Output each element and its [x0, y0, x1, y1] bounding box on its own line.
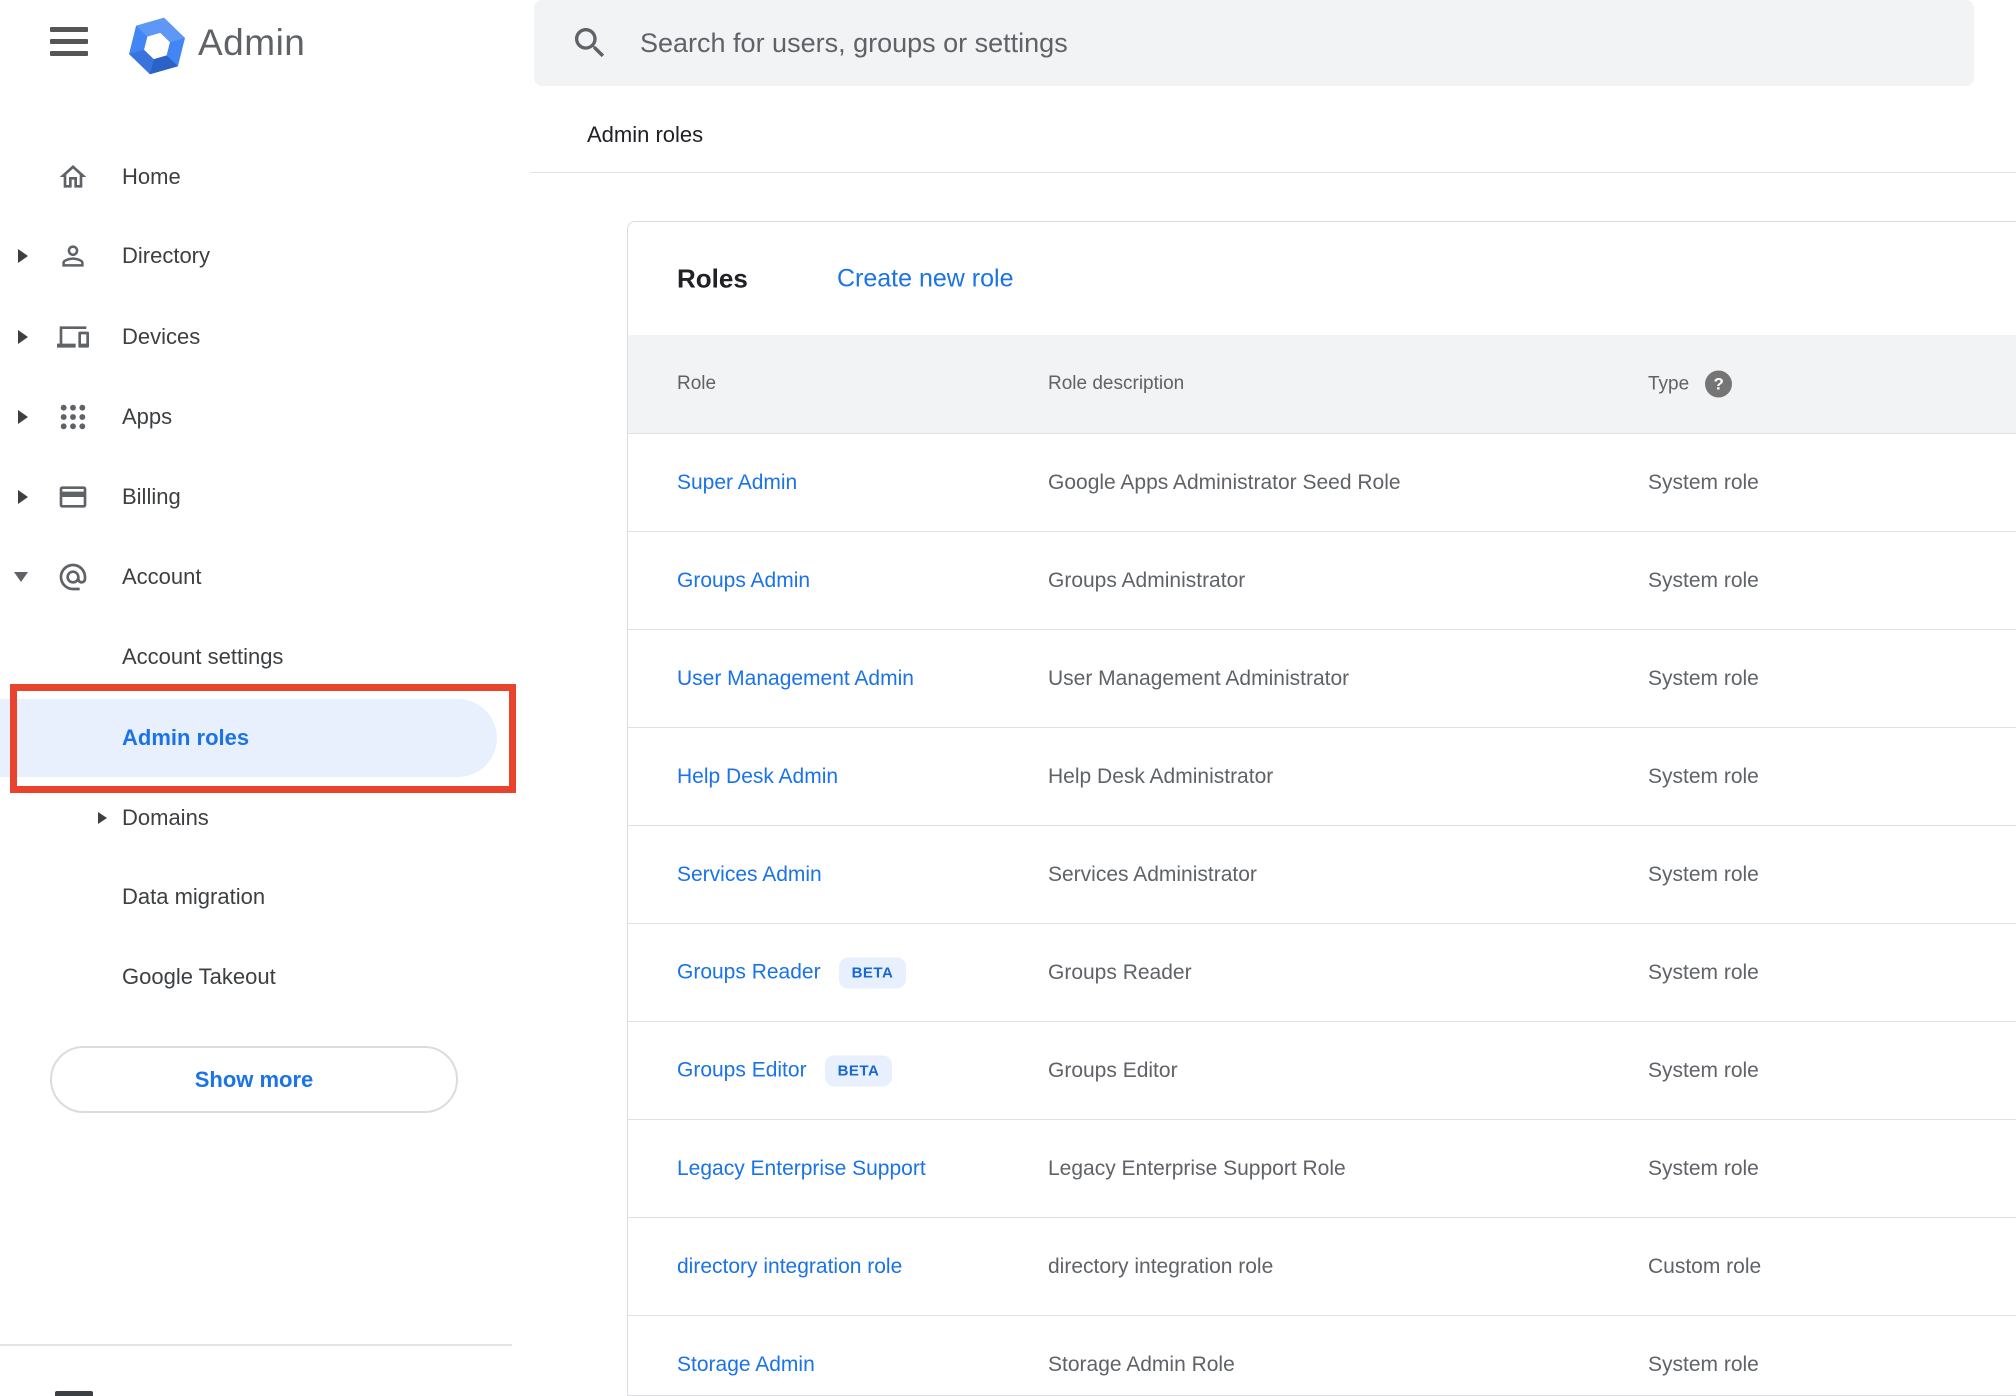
table-row: Storage Admin Storage Admin Role System … — [628, 1315, 2016, 1395]
column-header-type: Type ? — [1648, 370, 1733, 398]
role-link[interactable]: Groups Editor BETA — [677, 1055, 893, 1086]
menu-icon[interactable] — [50, 27, 88, 56]
sidebar-item-label: Devices — [122, 324, 201, 349]
devices-icon — [55, 319, 91, 355]
role-type: System role — [1648, 1058, 1759, 1082]
search-bar[interactable] — [534, 0, 1974, 86]
role-description: Groups Editor — [1048, 1058, 1178, 1082]
help-icon[interactable]: ? — [1705, 370, 1733, 398]
role-description: Services Administrator — [1048, 862, 1257, 886]
sidebar-item-apps[interactable]: Apps — [0, 377, 530, 457]
role-link[interactable]: Storage Admin — [677, 1353, 815, 1377]
show-more-button[interactable]: Show more — [50, 1046, 458, 1113]
table-row: Groups Reader BETA Groups Reader System … — [628, 923, 2016, 1021]
sidebar-item-directory[interactable]: Directory — [0, 216, 530, 296]
beta-badge: BETA — [824, 1055, 893, 1086]
role-description: User Management Administrator — [1048, 666, 1350, 690]
role-type: System role — [1648, 666, 1759, 690]
admin-console-page: Admin Home Directory Devices Apps Billin… — [0, 0, 2016, 1396]
role-type: Custom role — [1648, 1254, 1762, 1278]
at-icon — [55, 559, 91, 595]
create-new-role-link[interactable]: Create new role — [837, 264, 1013, 293]
search-input[interactable] — [640, 0, 1920, 86]
sidebar-item-label: Billing — [122, 484, 181, 509]
show-more-label: Show more — [194, 1066, 314, 1092]
sidebar-item-account[interactable]: Account — [0, 537, 530, 617]
sidebar-item-google-takeout[interactable]: Google Takeout — [0, 937, 530, 1017]
sidebar-item-admin-roles[interactable]: Admin roles — [0, 699, 497, 777]
google-admin-logo-icon — [126, 15, 188, 75]
cutoff-icon — [55, 1391, 93, 1396]
card-header: Roles Create new role — [628, 222, 2016, 335]
role-description: Legacy Enterprise Support Role — [1048, 1156, 1346, 1180]
role-description: Groups Reader — [1048, 960, 1192, 984]
sidebar-item-label: Account — [122, 564, 202, 589]
sidebar-item-label: Domains — [122, 805, 209, 830]
table-row: Help Desk Admin Help Desk Administrator … — [628, 727, 2016, 825]
role-type: System role — [1648, 1352, 1759, 1376]
role-description: Help Desk Administrator — [1048, 764, 1274, 788]
role-type: System role — [1648, 470, 1759, 494]
chevron-right-icon[interactable] — [18, 490, 40, 504]
sidebar-item-domains[interactable]: Domains — [0, 778, 530, 858]
app-title: Admin — [198, 22, 306, 63]
beta-badge: BETA — [838, 957, 907, 988]
role-link[interactable]: Groups Admin — [677, 569, 810, 593]
column-header-role: Role — [677, 373, 717, 394]
table-header-row: Role Role description Type ? — [628, 335, 2016, 433]
roles-card: Roles Create new role Role Role descript… — [627, 221, 2016, 1396]
chevron-right-icon[interactable] — [18, 249, 40, 263]
table-row: User Management Admin User Management Ad… — [628, 629, 2016, 727]
table-row: Services Admin Services Administrator Sy… — [628, 825, 2016, 923]
table-row: Groups Editor BETA Groups Editor System … — [628, 1021, 2016, 1119]
sidebar-item-label: Data migration — [122, 884, 266, 909]
role-link[interactable]: User Management Admin — [677, 667, 914, 691]
breadcrumb: Admin roles — [587, 122, 704, 147]
sidebar-item-label: Apps — [122, 404, 173, 429]
table-row: Groups Admin Groups Administrator System… — [628, 531, 2016, 629]
sidebar-item-label: Account settings — [122, 644, 284, 669]
table-row: directory integration role directory int… — [628, 1217, 2016, 1315]
chevron-right-icon[interactable] — [18, 410, 40, 424]
home-icon — [55, 159, 91, 195]
chevron-down-icon[interactable] — [14, 572, 28, 582]
sidebar-item-label: Admin roles — [122, 725, 250, 750]
page-title: Roles — [677, 263, 748, 293]
role-type: System role — [1648, 960, 1759, 984]
table-row: Super Admin Google Apps Administrator Se… — [628, 433, 2016, 531]
sidebar-item-account-settings[interactable]: Account settings — [0, 617, 530, 697]
role-link[interactable]: Super Admin — [677, 471, 797, 495]
billing-icon — [55, 479, 91, 515]
role-type: System role — [1648, 568, 1759, 592]
role-type: System role — [1648, 764, 1759, 788]
sidebar-item-billing[interactable]: Billing — [0, 457, 530, 537]
sidebar-item-label: Directory — [122, 243, 211, 268]
role-description: Storage Admin Role — [1048, 1352, 1235, 1376]
role-link[interactable]: Help Desk Admin — [677, 765, 838, 789]
sidebar-divider — [0, 1344, 512, 1346]
role-description: directory integration role — [1048, 1254, 1274, 1278]
header-divider — [530, 172, 2016, 173]
role-type: System role — [1648, 862, 1759, 886]
chevron-right-icon[interactable] — [98, 812, 107, 824]
role-link[interactable]: Services Admin — [677, 863, 822, 887]
apps-icon — [55, 399, 91, 435]
sidebar-item-data-migration[interactable]: Data migration — [0, 857, 530, 937]
role-type: System role — [1648, 1156, 1759, 1180]
role-description: Groups Administrator — [1048, 568, 1246, 592]
sidebar-item-home[interactable]: Home — [0, 137, 530, 217]
person-icon — [55, 238, 91, 274]
column-header-description: Role description — [1048, 373, 1185, 394]
table-row: Legacy Enterprise Support Legacy Enterpr… — [628, 1119, 2016, 1217]
search-icon — [575, 28, 605, 58]
sidebar: Admin Home Directory Devices Apps Billin… — [0, 0, 530, 1396]
sidebar-item-label: Google Takeout — [122, 964, 276, 989]
chevron-right-icon[interactable] — [18, 330, 40, 344]
sidebar-item-label: Home — [122, 164, 181, 189]
role-link[interactable]: Groups Reader BETA — [677, 957, 907, 988]
role-link[interactable]: Legacy Enterprise Support — [677, 1157, 926, 1181]
role-description: Google Apps Administrator Seed Role — [1048, 470, 1401, 494]
role-link[interactable]: directory integration role — [677, 1255, 902, 1279]
sidebar-item-devices[interactable]: Devices — [0, 297, 530, 377]
